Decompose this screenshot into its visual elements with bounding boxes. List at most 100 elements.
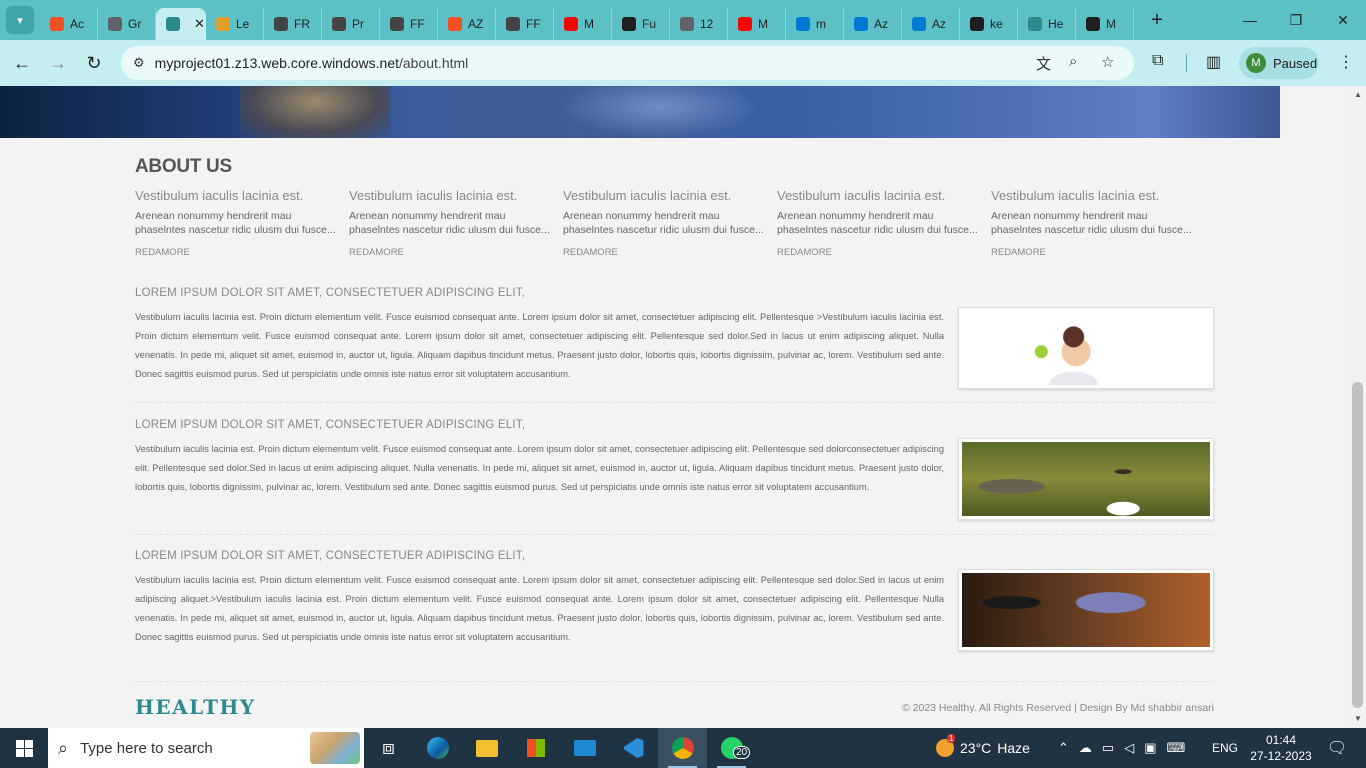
browser-tab[interactable]: Fu (612, 8, 670, 40)
menu-kebab-icon[interactable]: ⋮ (1338, 52, 1354, 72)
windows-logo-icon (15, 739, 33, 757)
network-icon[interactable]: ▣ (1144, 740, 1156, 756)
url-host: myproject01.z13.web.core.windows.net (154, 55, 399, 71)
column-text: Arenean nonummy hendrerit mau phaselntes… (349, 210, 550, 236)
vscode-icon[interactable] (609, 728, 658, 768)
back-button[interactable]: ← (4, 45, 40, 81)
tab-label: Az (874, 17, 889, 31)
read-more-link[interactable]: REDAMORE (349, 247, 554, 258)
browser-tab[interactable]: Az (902, 8, 960, 40)
file-explorer-icon[interactable] (462, 728, 511, 768)
tab-close-icon[interactable]: ✕ (194, 16, 205, 32)
start-button[interactable] (0, 728, 48, 768)
tab-label: M (1106, 17, 1116, 31)
url-path: /about.html (399, 55, 469, 71)
chrome-icon[interactable] (658, 728, 707, 768)
close-window-button[interactable]: ✕ (1320, 0, 1366, 40)
browser-tab[interactable]: Pr (322, 8, 380, 40)
browser-tab[interactable]: Gr (98, 8, 156, 40)
chevron-up-icon[interactable]: ⌃ (1058, 740, 1069, 756)
forward-button[interactable]: → (40, 45, 76, 81)
youtube-icon (564, 17, 578, 31)
speaker-icon[interactable]: ◁ (1124, 740, 1134, 756)
read-more-link[interactable]: REDAMORE (563, 247, 768, 258)
section-divider (135, 402, 1214, 403)
notifications-icon[interactable]: 🗨 (1322, 728, 1352, 768)
onedrive-cloud-icon[interactable]: ☁ (1079, 740, 1092, 756)
section-body: Vestibulum iaculis lacinia est. Proin di… (135, 575, 944, 642)
tab-list: Ac Gr ✕ Le FR Pr FF AZ FF M Fu 12 Mm Az Az ke He M (40, 0, 1134, 40)
tab-label: Az (932, 17, 947, 31)
tab-label: He (1048, 17, 1064, 31)
content-section: LOREM IPSUM DOLOR SIT AMET, CONSECTETUER… (135, 419, 1214, 539)
weather-widget[interactable]: 1 23°C Haze (936, 728, 1030, 768)
browser-tab[interactable]: m (786, 8, 844, 40)
edge-icon[interactable] (413, 728, 462, 768)
page-title: ABOUT US (135, 156, 232, 177)
browser-tab[interactable]: ke (960, 8, 1018, 40)
site-info-icon[interactable]: ⚙ (133, 55, 145, 71)
section-image-frame (958, 307, 1214, 389)
extensions-icon[interactable]: ⧉ (1152, 52, 1163, 70)
read-more-link[interactable]: REDAMORE (991, 247, 1196, 258)
profile-status: Paused (1273, 55, 1318, 71)
new-tab-button[interactable]: + (1142, 9, 1172, 32)
tab-search-dropdown[interactable]: ▾ (6, 6, 34, 34)
browser-tab[interactable]: ✕ (156, 8, 206, 40)
mail-icon[interactable] (560, 728, 609, 768)
browser-tab[interactable]: 12 (670, 8, 728, 40)
taskbar-search-box[interactable]: ⌕ Type here to search (48, 728, 364, 768)
browser-tab[interactable]: M (728, 8, 786, 40)
github-icon (1086, 17, 1100, 31)
browser-tab[interactable]: AZ (438, 8, 496, 40)
browser-tab[interactable]: Ac (40, 8, 98, 40)
footer-logo[interactable]: HEALTHY (135, 695, 256, 719)
language-indicator[interactable]: ENG (1212, 728, 1238, 768)
hero-banner-image (0, 86, 1280, 138)
side-panel-icon[interactable]: ▥ (1206, 52, 1221, 72)
scrollbar-thumb[interactable] (1352, 382, 1363, 708)
store-icon[interactable] (511, 728, 560, 768)
browser-tab[interactable]: M (1076, 8, 1134, 40)
browser-tab[interactable]: Az (844, 8, 902, 40)
minimize-button[interactable]: — (1227, 0, 1273, 40)
battery-icon[interactable]: ▭ (1102, 740, 1114, 756)
system-tray: ⌃ ☁ ▭ ◁ ▣ ⌨ (1058, 728, 1185, 768)
search-icon: ⌕ (58, 737, 69, 758)
bookmark-star-icon[interactable]: ☆ (1101, 53, 1114, 71)
browser-tab[interactable]: M (554, 8, 612, 40)
woman-in-field-photo (962, 442, 1210, 516)
restore-button[interactable]: ❐ (1273, 0, 1319, 40)
scroll-down-arrow[interactable]: ▼ (1354, 714, 1362, 723)
keyboard-icon[interactable]: ⌨ (1167, 740, 1186, 756)
footer-divider (135, 681, 1214, 682)
tab-label: Fu (642, 17, 657, 31)
content-section: LOREM IPSUM DOLOR SIT AMET, CONSECTETUER… (135, 550, 1214, 670)
reload-button[interactable]: ↻ (76, 45, 112, 81)
footer-logo-text: HEALTHY (135, 695, 256, 719)
profile-button[interactable]: M Paused (1239, 47, 1319, 79)
clock[interactable]: 01:44 27-12-2023 (1250, 728, 1312, 768)
read-more-link[interactable]: REDAMORE (135, 247, 340, 258)
whatsapp-icon[interactable]: 20 (707, 728, 756, 768)
task-view-icon[interactable]: ⧈ (364, 728, 413, 768)
browser-tab[interactable]: He (1018, 8, 1076, 40)
tab-label: FF (526, 17, 541, 31)
page-scrollbar[interactable]: ▲ ▼ (1350, 86, 1366, 728)
tab-label: AZ (468, 17, 484, 31)
translate-icon[interactable]: 文 (1036, 53, 1051, 74)
url-text[interactable]: myproject01.z13.web.core.windows.net/abo… (155, 55, 469, 71)
browser-tab[interactable]: FF (496, 8, 554, 40)
browser-tab-strip: ▾ Ac Gr ✕ Le FR Pr FF AZ FF M Fu 12 Mm Az Az ke He M + (0, 0, 1366, 40)
zoom-icon[interactable]: ⌕ (1069, 53, 1077, 70)
read-more-link[interactable]: REDAMORE (777, 247, 982, 258)
search-highlight-icon (310, 732, 360, 764)
github-icon (622, 17, 636, 31)
address-bar[interactable]: ⚙ myproject01.z13.web.core.windows.net/a… (121, 46, 1134, 80)
windows-taskbar: ⌕ Type here to search ⧈ 20 1 23°C Haze ⌃… (0, 728, 1366, 768)
browser-tab[interactable]: FF (380, 8, 438, 40)
browser-tab[interactable]: FR (264, 8, 322, 40)
scroll-up-arrow[interactable]: ▲ (1354, 90, 1362, 99)
language-label: ENG (1212, 741, 1239, 755)
browser-tab[interactable]: Le (206, 8, 264, 40)
